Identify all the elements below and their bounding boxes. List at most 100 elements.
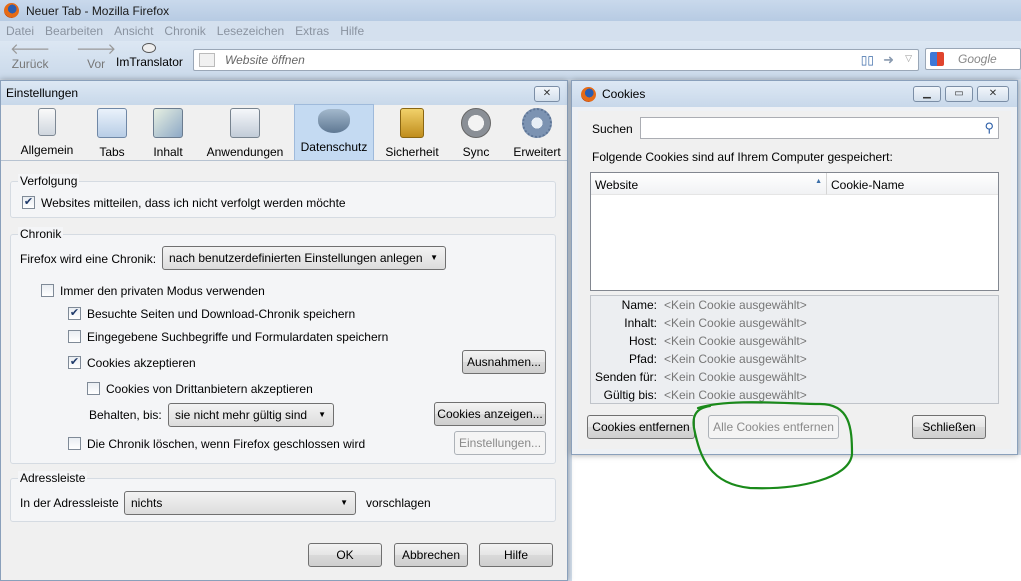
back-label: Zurück — [11, 57, 49, 71]
locationbar-value: nichts — [131, 496, 163, 510]
locationbar-select[interactable]: nichts ▼ — [124, 491, 356, 515]
imtranslator-icon — [142, 43, 157, 53]
locationbar-suffix: vorschlagen — [366, 496, 431, 510]
tab-allgemein[interactable]: Allgemein — [14, 104, 80, 160]
content-icon — [153, 108, 183, 138]
detail-label: Inhalt: — [624, 316, 657, 330]
col-header-cookie-name-label: Cookie-Name — [831, 178, 905, 192]
cookies-search-label: Suchen — [592, 122, 633, 136]
browser-titlebar: Neuer Tab - Mozilla Firefox — [0, 0, 1021, 21]
accept-cookies-checkbox[interactable]: ✔ — [68, 356, 81, 369]
applications-icon — [230, 108, 260, 138]
tab-datenschutz[interactable]: Datenschutz — [294, 104, 374, 160]
clear-history-checkbox[interactable] — [68, 437, 81, 450]
ok-button[interactable]: OK — [308, 543, 382, 567]
menu-bearbeiten[interactable]: Bearbeiten — [45, 24, 103, 38]
menu-lesezeichen[interactable]: Lesezeichen — [217, 24, 284, 38]
history-mode-select[interactable]: nach benutzerdefinierten Einstellungen a… — [162, 246, 446, 270]
history-mode-label: Firefox wird eine Chronik: — [20, 252, 157, 266]
menu-extras[interactable]: Extras — [295, 24, 329, 38]
history-legend: Chronik — [18, 227, 64, 241]
col-header-website[interactable]: Website ▲ — [591, 173, 827, 195]
remove-cookies-button[interactable]: Cookies entfernen — [587, 415, 695, 439]
site-identity-icon[interactable] — [199, 53, 215, 67]
firefox-logo-icon — [4, 3, 19, 18]
tab-tabs[interactable]: Tabs — [90, 104, 134, 160]
cookies-intro: Folgende Cookies sind auf Ihrem Computer… — [592, 150, 893, 164]
forward-button[interactable]: 🡒 Vor — [76, 41, 117, 71]
cookies-close-button[interactable]: ✕ — [977, 86, 1009, 102]
third-party-cookies-label: Cookies von Drittanbietern akzeptieren — [106, 382, 313, 396]
visited-pages-checkbox[interactable]: ✔ — [68, 307, 81, 320]
detail-label: Gültig bis: — [603, 388, 657, 402]
tab-erweitert-label: Erweitert — [513, 145, 561, 159]
detail-value: <Kein Cookie ausgewählt> — [664, 370, 807, 384]
minimize-button[interactable]: ▁ — [913, 86, 941, 102]
search-bar[interactable]: Google — [925, 48, 1021, 70]
col-header-cookie-name[interactable]: Cookie-Name — [827, 173, 998, 195]
third-party-cookies-checkbox[interactable] — [87, 382, 100, 395]
menu-chronik[interactable]: Chronik — [164, 24, 205, 38]
cookies-table[interactable]: Website ▲ Cookie-Name — [590, 172, 999, 291]
settings-title: Einstellungen — [6, 86, 79, 100]
general-switch-icon — [38, 108, 56, 136]
arrow-right-icon: 🡒 — [76, 41, 117, 58]
tab-anwendungen[interactable]: Anwendungen — [202, 104, 288, 160]
detail-value: <Kein Cookie ausgewählt> — [664, 352, 807, 366]
private-mode-label: Immer den privaten Modus verwenden — [60, 284, 265, 298]
keep-until-select[interactable]: sie nicht mehr gültig sind ▼ — [168, 403, 334, 427]
maximize-button[interactable]: ▭ — [945, 86, 973, 102]
keep-until-label: Behalten, bis: — [89, 408, 162, 422]
keep-until-value: sie nicht mehr gültig sind — [175, 408, 308, 422]
detail-label: Pfad: — [628, 352, 657, 366]
clear-history-settings-button[interactable]: Einstellungen... — [454, 431, 546, 455]
search-icon: ⚲ — [984, 120, 994, 135]
dropdown-icon[interactable]: ▽ — [905, 53, 912, 64]
menu-hilfe[interactable]: Hilfe — [340, 24, 364, 38]
menu-ansicht[interactable]: Ansicht — [114, 24, 153, 38]
dnt-label: Websites mitteilen, dass ich nicht verfo… — [41, 196, 346, 210]
tab-erweitert[interactable]: Erweitert — [510, 104, 564, 160]
detail-value: <Kein Cookie ausgewählt> — [664, 334, 807, 348]
history-mode-value: nach benutzerdefinierten Einstellungen a… — [169, 251, 423, 265]
clear-history-label: Die Chronik löschen, wenn Firefox geschl… — [87, 437, 366, 451]
col-header-website-label: Website — [595, 178, 639, 192]
show-cookies-button[interactable]: Cookies anzeigen... — [434, 402, 546, 426]
tab-anwendungen-label: Anwendungen — [206, 145, 284, 159]
detail-value: <Kein Cookie ausgewählt> — [664, 298, 807, 312]
back-button[interactable]: 🡐 Zurück — [10, 42, 50, 71]
dnt-checkbox[interactable]: ✔ — [22, 196, 35, 209]
sort-asc-icon: ▲ — [815, 178, 822, 185]
tab-allgemein-label: Allgemein — [20, 143, 74, 157]
tab-inhalt[interactable]: Inhalt — [146, 104, 190, 160]
cookies-title: Cookies — [602, 87, 646, 101]
google-icon[interactable] — [930, 52, 944, 66]
sync-icon — [461, 108, 491, 138]
tab-sicherheit[interactable]: Sicherheit — [384, 104, 440, 160]
firefox-logo-icon — [581, 86, 596, 102]
tracking-legend: Verfolgung — [18, 174, 80, 188]
close-cookies-button[interactable]: Schließen — [912, 415, 986, 439]
tab-sync[interactable]: Sync — [456, 104, 496, 160]
private-mode-checkbox[interactable] — [41, 284, 54, 297]
search-history-checkbox[interactable] — [68, 330, 81, 343]
go-arrow-icon[interactable]: ➜ — [883, 52, 894, 68]
cancel-button[interactable]: Abbrechen — [394, 543, 468, 567]
imtranslator-button[interactable]: ImTranslator — [116, 43, 183, 69]
exceptions-button[interactable]: Ausnahmen... — [462, 350, 546, 374]
tab-sync-label: Sync — [462, 145, 490, 159]
url-bar[interactable]: Website öffnen ▯▯ ➜ ▽ — [193, 49, 919, 71]
tab-sicherheit-label: Sicherheit — [385, 145, 439, 159]
settings-close-button[interactable]: ✕ — [534, 86, 560, 102]
menu-datei[interactable]: Datei — [6, 24, 34, 38]
detail-value: <Kein Cookie ausgewählt> — [664, 316, 807, 330]
tabs-icon — [97, 108, 127, 138]
privacy-mask-icon — [318, 109, 350, 133]
padlock-icon — [400, 108, 424, 138]
reader-icon[interactable]: ▯▯ — [861, 53, 874, 67]
help-button[interactable]: Hilfe — [479, 543, 553, 567]
cookies-search-input[interactable]: ⚲ — [640, 117, 999, 139]
detail-label: Senden für: — [594, 370, 657, 384]
chevron-down-icon: ▼ — [318, 410, 326, 419]
browser-menubar: Datei Bearbeiten Ansicht Chronik Lesezei… — [0, 21, 1021, 41]
